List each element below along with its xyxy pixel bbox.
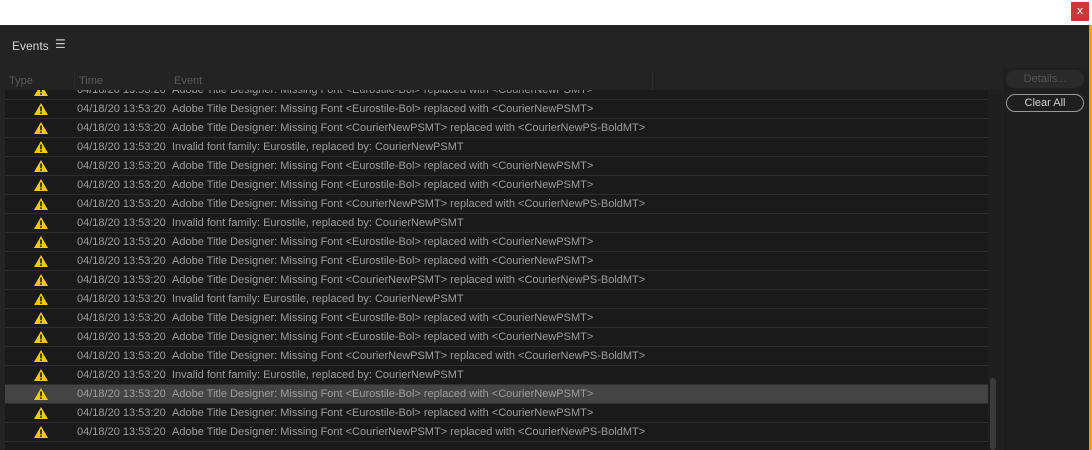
panel-header: Events ☰ [0,25,1092,67]
scrollbar[interactable] [988,90,1002,450]
row-event: Adobe Title Designer: Missing Font <Euro… [172,312,594,324]
row-time: 04/18/20 13:53:20 [77,236,166,248]
row-time: 04/18/20 13:53:20 [77,217,166,229]
side-actions: Details... Clear All [1003,68,1089,450]
table-row[interactable]: 04/18/20 13:53:20 Adobe Title Designer: M… [5,404,988,423]
table-row[interactable]: 04/18/20 13:53:20 Adobe Title Designer: M… [5,119,988,138]
table-row[interactable]: 04/18/20 13:53:20 Invalid font family: Eu… [5,366,988,385]
warning-icon [34,274,48,286]
warning-icon [34,426,48,438]
row-time: 04/18/20 13:53:20 [77,426,166,438]
table-row[interactable]: 04/18/20 13:53:20 Adobe Title Designer: M… [5,176,988,195]
column-headers: Type Time Event [5,72,1005,90]
row-event: Adobe Title Designer: Missing Font <Euro… [172,160,594,172]
row-event: Adobe Title Designer: Missing Font <Cour… [172,350,646,362]
table-row[interactable]: 04/18/20 13:53:20 Invalid font family: Eu… [5,214,988,233]
hamburger-menu-icon[interactable]: ☰ [55,37,66,51]
clear-all-button[interactable]: Clear All [1006,94,1084,112]
panel-title: Events [12,39,49,53]
row-event: Adobe Title Designer: Missing Font <Euro… [172,179,594,191]
table-row[interactable]: 04/18/20 13:53:20 Invalid font family: Eu… [5,290,988,309]
warning-icon [34,217,48,229]
warning-icon [34,236,48,248]
warning-icon [34,350,48,362]
table-row[interactable]: 04/18/20 13:53:20 Adobe Title Designer: M… [5,423,988,442]
table-row[interactable]: 04/18/20 13:53:20 Adobe Title Designer: M… [5,233,988,252]
warning-icon [34,198,48,210]
column-header-type[interactable]: Type [5,72,75,90]
row-time: 04/18/20 13:53:20 [77,312,166,324]
row-event: Adobe Title Designer: Missing Font <Euro… [172,90,594,96]
row-time: 04/18/20 13:53:20 [77,350,166,362]
warning-icon [34,407,48,419]
warning-icon [34,293,48,305]
events-list[interactable]: 04/18/20 13:53:20 Adobe Title Designer: M… [5,90,988,450]
row-event: Adobe Title Designer: Missing Font <Cour… [172,274,646,286]
row-time: 04/18/20 13:53:20 [77,255,166,267]
row-time: 04/18/20 13:53:20 [77,160,166,172]
row-event: Invalid font family: Eurostile, replaced… [172,141,464,153]
row-event: Adobe Title Designer: Missing Font <Euro… [172,388,594,400]
table-row[interactable]: 04/18/20 13:53:20 Adobe Title Designer: M… [5,100,988,119]
table-row[interactable]: 04/18/20 13:53:20 Adobe Title Designer: M… [5,328,988,347]
table-row[interactable]: 04/18/20 13:53:20 Adobe Title Designer: M… [5,252,988,271]
warning-icon [34,141,48,153]
row-time: 04/18/20 13:53:20 [77,141,166,153]
row-event: Adobe Title Designer: Missing Font <Euro… [172,331,594,343]
table-row[interactable]: 04/18/20 13:53:20 Adobe Title Designer: M… [5,309,988,328]
row-time: 04/18/20 13:53:20 [77,388,166,400]
warning-icon [34,103,48,115]
column-header-event[interactable]: Event [170,72,653,90]
row-event: Adobe Title Designer: Missing Font <Cour… [172,122,646,134]
table-row[interactable]: 04/18/20 13:53:20 Adobe Title Designer: M… [5,157,988,176]
row-time: 04/18/20 13:53:20 [77,293,166,305]
table-row[interactable]: 04/18/20 13:53:20 Adobe Title Designer: M… [5,385,988,404]
warning-icon [34,312,48,324]
warning-icon [34,122,48,134]
warning-icon [34,369,48,381]
table-row[interactable]: 04/18/20 13:53:20 Adobe Title Designer: M… [5,347,988,366]
row-time: 04/18/20 13:53:20 [77,274,166,286]
close-button[interactable]: x [1071,2,1089,21]
events-panel: Events ☰ Type Time Event 04/18/20 13:53:… [0,25,1092,450]
row-time: 04/18/20 13:53:20 [77,122,166,134]
row-event: Adobe Title Designer: Missing Font <Euro… [172,103,594,115]
row-event: Adobe Title Designer: Missing Font <Euro… [172,236,594,248]
table-row[interactable]: 04/18/20 13:53:20 Adobe Title Designer: M… [5,271,988,290]
warning-icon [34,160,48,172]
row-time: 04/18/20 13:53:20 [77,331,166,343]
table-row[interactable]: 04/18/20 13:53:20 Invalid font family: Eu… [5,138,988,157]
column-header-time[interactable]: Time [75,72,170,90]
row-event: Invalid font family: Eurostile, replaced… [172,293,464,305]
row-event: Invalid font family: Eurostile, replaced… [172,369,464,381]
row-time: 04/18/20 13:53:20 [77,369,166,381]
window-titlebar: x [0,0,1092,25]
table-row[interactable]: 04/18/20 13:53:20 Adobe Title Designer: M… [5,90,988,100]
row-time: 04/18/20 13:53:20 [77,198,166,210]
details-button[interactable]: Details... [1006,70,1084,88]
warning-icon [34,255,48,267]
row-event: Adobe Title Designer: Missing Font <Euro… [172,407,594,419]
row-time: 04/18/20 13:53:20 [77,407,166,419]
table-row[interactable]: 04/18/20 13:53:20 Adobe Title Designer: M… [5,195,988,214]
warning-icon [34,331,48,343]
warning-icon [34,179,48,191]
row-time: 04/18/20 13:53:20 [77,179,166,191]
row-time: 04/18/20 13:53:20 [77,103,166,115]
row-event: Invalid font family: Eurostile, replaced… [172,217,464,229]
warning-icon [34,388,48,400]
scroll-thumb[interactable] [990,378,996,450]
warning-icon [34,90,48,96]
row-event: Adobe Title Designer: Missing Font <Euro… [172,255,594,267]
row-event: Adobe Title Designer: Missing Font <Cour… [172,426,646,438]
row-time: 04/18/20 13:53:20 [77,90,166,96]
row-event: Adobe Title Designer: Missing Font <Cour… [172,198,646,210]
